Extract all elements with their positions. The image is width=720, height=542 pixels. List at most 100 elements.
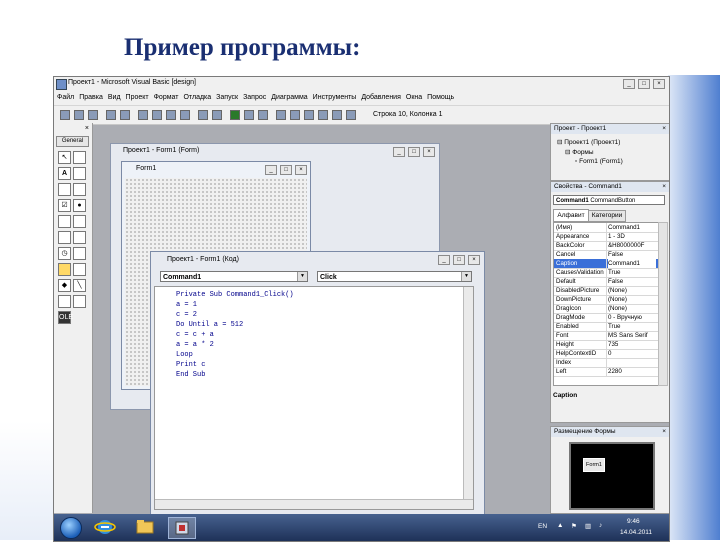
tray-arrow-icon[interactable]: ▲	[557, 522, 563, 529]
menu-editor-icon[interactable]	[88, 110, 98, 120]
code-line[interactable]: Print c	[176, 361, 205, 369]
menu-project[interactable]: Проект	[126, 91, 149, 105]
break-icon[interactable]	[244, 110, 254, 120]
data-tool-icon[interactable]	[73, 295, 86, 308]
menu-format[interactable]: Формат	[154, 91, 179, 105]
menu-addins[interactable]: Добавления	[361, 91, 401, 105]
textbox-tool-icon[interactable]	[73, 167, 86, 180]
object-combo[interactable]: Command1 ▼	[160, 271, 308, 282]
code-close-button[interactable]: ×	[468, 255, 480, 265]
menu-debug[interactable]: Отладка	[183, 91, 211, 105]
procedure-combo[interactable]: Click ▼	[317, 271, 472, 282]
checkbox-tool-icon[interactable]: ☑	[58, 199, 71, 212]
action-center-icon[interactable]: ⚑	[571, 522, 577, 530]
menu-window[interactable]: Окна	[406, 91, 422, 105]
visual-basic-task-icon[interactable]	[168, 517, 196, 539]
stop-icon[interactable]	[258, 110, 268, 120]
code-vertical-scrollbar[interactable]	[463, 287, 473, 509]
menu-run[interactable]: Запуск	[216, 91, 238, 105]
listbox-tool-icon[interactable]	[73, 215, 86, 228]
save-icon[interactable]	[120, 110, 130, 120]
copy-icon[interactable]	[152, 110, 162, 120]
clock-date[interactable]: 14.04.2011	[620, 529, 652, 536]
code-line[interactable]: c = 2	[176, 311, 197, 319]
timer-tool-icon[interactable]: ◷	[58, 247, 71, 260]
open-icon[interactable]	[106, 110, 116, 120]
menu-help[interactable]: Помощь	[427, 91, 454, 105]
toolbox-close-icon[interactable]: ×	[85, 125, 89, 132]
form-layout-icon[interactable]	[304, 110, 314, 120]
code-line[interactable]: Private Sub Command1_Click()	[176, 291, 294, 299]
code-minimize-button[interactable]: _	[438, 255, 450, 265]
drivelistbox-tool-icon[interactable]	[73, 247, 86, 260]
tree-item-project[interactable]: ⊟ Проект1 (Проект1)	[557, 138, 620, 146]
dirlistbox-tool-icon[interactable]	[58, 263, 71, 276]
commandbutton-tool-icon[interactable]	[73, 183, 86, 196]
code-line[interactable]: Loop	[176, 351, 193, 359]
line-tool-icon[interactable]: ╲	[73, 279, 86, 292]
paste-icon[interactable]	[166, 110, 176, 120]
language-indicator[interactable]: EN	[538, 523, 547, 530]
clock-time[interactable]: 9:46	[627, 518, 640, 525]
menu-diagram[interactable]: Диаграмма	[271, 91, 307, 105]
tree-item-forms[interactable]: ⊟ Формы	[565, 148, 594, 156]
add-project-icon[interactable]	[60, 110, 70, 120]
add-form-icon[interactable]	[74, 110, 84, 120]
designer-minimize-button[interactable]: _	[393, 147, 405, 157]
project-explorer-icon[interactable]	[276, 110, 286, 120]
tree-item-form1[interactable]: ▫ Form1 (Form1)	[575, 158, 623, 165]
property-value[interactable]: Command1	[608, 259, 656, 268]
shape-tool-icon[interactable]: ◆	[58, 279, 71, 292]
properties-icon[interactable]	[290, 110, 300, 120]
designer-close-button[interactable]: ×	[423, 147, 435, 157]
property-row[interactable]: Left 2280	[554, 367, 658, 377]
tab-categorized[interactable]: Категории	[588, 210, 626, 222]
code-horizontal-scrollbar[interactable]	[155, 499, 473, 509]
start-button[interactable]	[60, 517, 82, 539]
picturebox-tool-icon[interactable]	[73, 151, 86, 164]
properties-close-icon[interactable]: ×	[662, 182, 666, 192]
code-editor[interactable]: Private Sub Command1_Click() a = 1 c = 2…	[154, 286, 474, 510]
frame-tool-icon[interactable]	[58, 183, 71, 196]
internet-explorer-icon[interactable]	[94, 517, 116, 537]
ole-tool-icon[interactable]: OLE	[58, 311, 73, 324]
code-line[interactable]: Do Until a = 512	[176, 321, 243, 329]
toolbox-icon[interactable]	[332, 110, 342, 120]
find-icon[interactable]	[180, 110, 190, 120]
vscrollbar-tool-icon[interactable]	[73, 231, 86, 244]
menu-edit[interactable]: Правка	[79, 91, 103, 105]
data-view-icon[interactable]	[346, 110, 356, 120]
chevron-down-icon[interactable]: ▼	[461, 272, 471, 281]
layout-form-thumbnail[interactable]: Form1	[583, 458, 605, 472]
code-line[interactable]: End Sub	[176, 371, 205, 379]
optionbutton-tool-icon[interactable]: ●	[73, 199, 86, 212]
object-browser-icon[interactable]	[318, 110, 328, 120]
menu-tools[interactable]: Инструменты	[313, 91, 357, 105]
chevron-down-icon[interactable]: ▼	[297, 272, 307, 281]
tab-alphabetic[interactable]: Алфавит	[553, 209, 589, 222]
code-line[interactable]: a = a * 2	[176, 341, 214, 349]
redo-icon[interactable]	[212, 110, 222, 120]
close-button[interactable]: ×	[653, 79, 665, 89]
pointer-tool-icon[interactable]: ↖	[58, 151, 71, 164]
menu-view[interactable]: Вид	[108, 91, 121, 105]
toolbox-tab-general[interactable]: General	[56, 136, 89, 147]
code-line[interactable]: a = 1	[176, 301, 197, 309]
hscrollbar-tool-icon[interactable]	[58, 231, 71, 244]
cut-icon[interactable]	[138, 110, 148, 120]
combobox-tool-icon[interactable]	[58, 215, 71, 228]
properties-object-combo[interactable]: Command1 CommandButton	[553, 195, 665, 205]
undo-icon[interactable]	[198, 110, 208, 120]
label-tool-icon[interactable]: A	[58, 167, 71, 180]
designer-maximize-button[interactable]: □	[408, 147, 420, 157]
code-line[interactable]: c = c + a	[176, 331, 214, 339]
explorer-folder-icon[interactable]	[134, 517, 156, 537]
filelistbox-tool-icon[interactable]	[73, 263, 86, 276]
code-maximize-button[interactable]: □	[453, 255, 465, 265]
menu-query[interactable]: Запрос	[243, 91, 266, 105]
maximize-button[interactable]: □	[638, 79, 650, 89]
project-panel-close-icon[interactable]: ×	[662, 124, 666, 134]
network-icon[interactable]: ▥	[585, 522, 591, 530]
form-layout-close-icon[interactable]: ×	[662, 427, 666, 437]
volume-icon[interactable]: ♪	[599, 522, 602, 529]
